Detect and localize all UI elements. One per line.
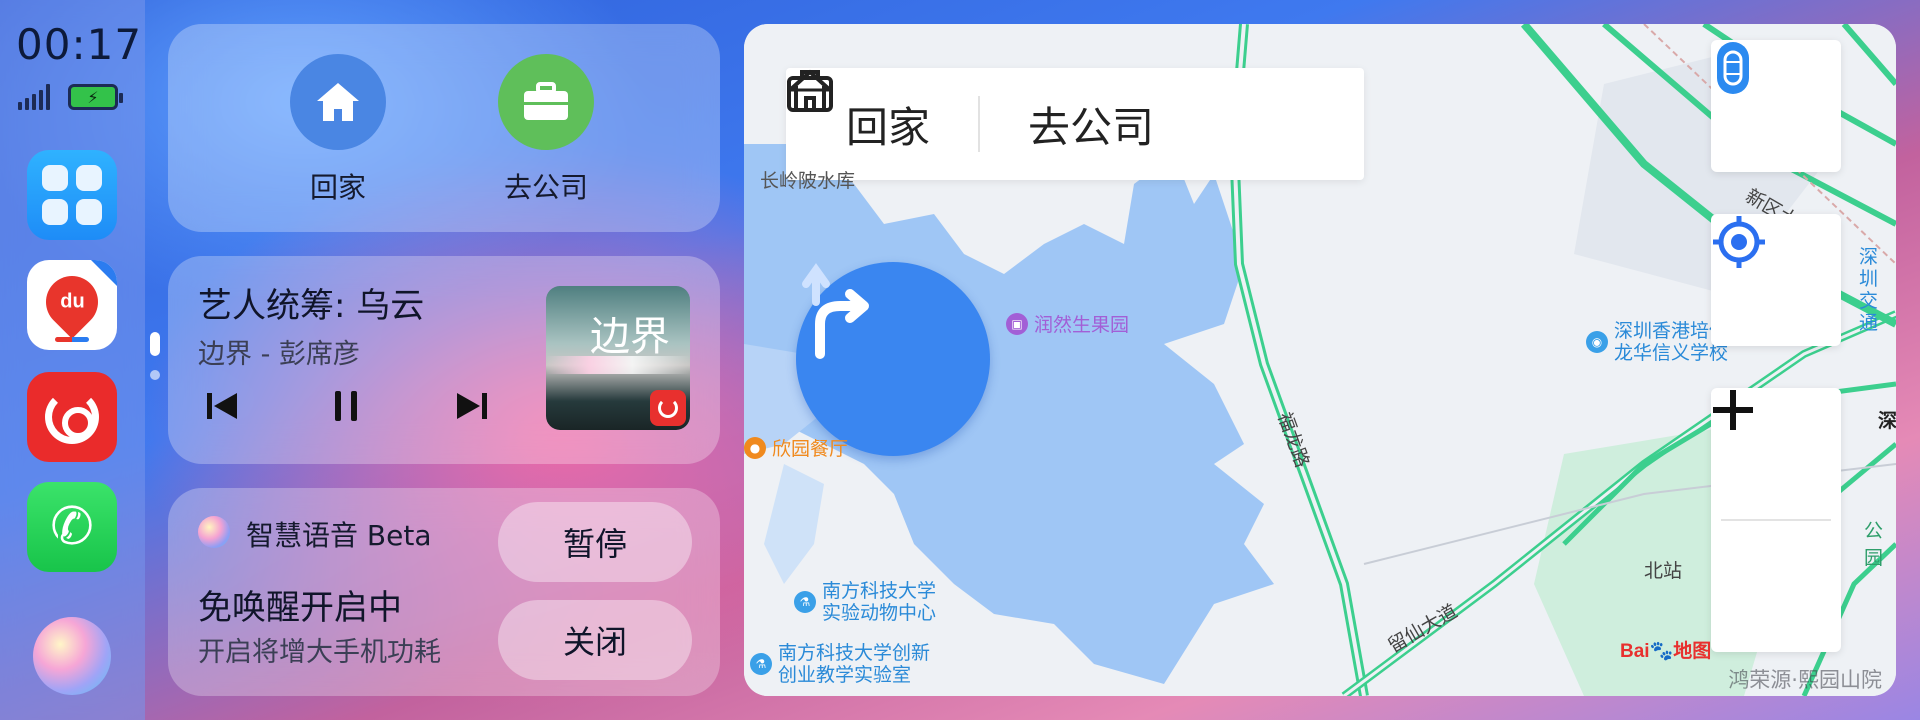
phone-button[interactable]: ✆	[27, 482, 117, 572]
restaurant-icon: ●	[744, 436, 766, 459]
go-home-button[interactable]: 回家	[290, 54, 386, 206]
route-home-button[interactable]: 回家	[788, 70, 931, 155]
skip-previous-icon	[207, 393, 237, 419]
poi-lab-animal-label: 南方科技大学 实验动物中心	[822, 580, 937, 624]
locate-icon	[1713, 216, 1765, 268]
page-dot-active[interactable]	[150, 332, 160, 356]
voice-close-button[interactable]: 关闭	[498, 600, 692, 680]
route-work-label: 去公司	[1028, 102, 1155, 152]
page-dot[interactable]	[150, 370, 160, 380]
voice-status: 免唤醒开启中	[198, 588, 402, 628]
go-work-button[interactable]: 去公司	[498, 54, 594, 206]
north-station-label: 北站	[1644, 560, 1683, 582]
dock: 00:17 ⚡ du ✆	[0, 0, 145, 720]
zoom-control	[1711, 388, 1841, 652]
music-card[interactable]: 艺人统筹: 乌云 边界 - 彭席彦 边界	[168, 256, 720, 464]
music-icon	[45, 390, 99, 444]
baidu-map-text: 地图	[1673, 641, 1712, 662]
go-home-label: 回家	[309, 171, 366, 204]
shop-icon: ▣	[1006, 312, 1028, 335]
voice-card: 智慧语音 Beta 免唤醒开启中 开启将增大手机功耗 暂停 关闭	[168, 488, 720, 696]
locate-me-button[interactable]	[1711, 214, 1841, 346]
baidu-maps-button[interactable]: du	[27, 260, 117, 350]
map-pin-icon: du	[35, 265, 109, 339]
school-icon: ⚗	[794, 591, 816, 613]
map-layers-button[interactable]	[1711, 40, 1841, 172]
maps-bar	[55, 337, 89, 342]
go-work-label: 去公司	[503, 171, 588, 204]
poi-lab-innovation-label: 南方科技大学创新 创业教学实验室	[778, 642, 931, 686]
battery-charging-icon: ⚡	[68, 84, 123, 110]
grid-icon	[42, 165, 102, 225]
phone-icon: ✆	[50, 497, 94, 557]
minus-icon	[1713, 407, 1753, 413]
school-icon: ⚗	[750, 653, 772, 675]
poi-restaurant-label: 欣园餐厅	[772, 438, 849, 460]
route-divider	[978, 96, 981, 152]
voice-subtitle: 开启将增大手机功耗	[198, 637, 441, 668]
voice-assistant-button[interactable]	[33, 617, 111, 695]
pause-icon	[335, 391, 357, 421]
netease-badge-icon	[650, 390, 686, 426]
previous-track-button[interactable]	[202, 386, 242, 426]
park-label: 公园	[1864, 520, 1884, 569]
zoom-out-button[interactable]	[1711, 407, 1841, 652]
route-work-button[interactable]: 去公司	[787, 70, 1155, 155]
school-icon: ◉	[1586, 331, 1608, 353]
page-indicator[interactable]	[150, 332, 160, 380]
netease-music-button[interactable]	[27, 372, 117, 462]
shen-label: 深	[1878, 410, 1896, 432]
skip-next-icon	[457, 393, 487, 419]
maps-corner-badge	[91, 260, 117, 286]
location-watermark: 鸿荣源·熙园山院	[1728, 668, 1882, 692]
baidu-text: Bai	[1620, 641, 1650, 662]
song-artist: 边界 - 彭席彦	[198, 339, 360, 370]
transport-label: 深圳 交通	[1859, 246, 1879, 334]
signal-icon	[18, 84, 50, 110]
quick-nav-card: 回家 去公司	[168, 24, 720, 232]
voice-title: 智慧语音 Beta	[246, 519, 432, 552]
poi-lab-animal[interactable]: ⚗ 南方科技大学 实验动物中心	[794, 580, 936, 624]
briefcase-outline-icon	[787, 70, 833, 112]
home-icon	[290, 54, 386, 150]
reservoir-label: 长岭陂水库	[760, 170, 856, 192]
baidu-map-logo: Bai🐾地图	[1620, 636, 1711, 663]
turn-right-icon	[802, 263, 869, 359]
route-home-label: 回家	[846, 102, 931, 152]
map-view[interactable]: 回家 去公司 长岭陂水库 ▣ 润然生果园 ● 欣园餐厅 ⚗ 南方科技大学 实验动…	[744, 24, 1896, 696]
briefcase-icon	[498, 54, 594, 150]
song-title: 艺人统筹: 乌云	[198, 286, 425, 326]
pause-button[interactable]	[326, 386, 366, 426]
album-title-art: 边界	[590, 314, 670, 360]
poi-lab-innovation[interactable]: ⚗ 南方科技大学创新 创业教学实验室	[750, 642, 930, 686]
layers-icon	[1717, 42, 1749, 94]
next-track-button[interactable]	[452, 386, 492, 426]
voice-pause-button[interactable]: 暂停	[498, 502, 692, 582]
clock: 00:17	[16, 20, 143, 69]
poi-restaurant[interactable]: ● 欣园餐厅	[744, 434, 848, 461]
app-grid-button[interactable]	[27, 150, 117, 240]
voice-orb-icon	[198, 516, 230, 548]
poi-orchard-label: 润然生果园	[1034, 314, 1130, 336]
poi-school[interactable]: ◉ 深圳香港培侨 龙华信义学校	[1586, 320, 1728, 364]
album-sparkle	[546, 356, 690, 374]
poi-orchard[interactable]: ▣ 润然生果园	[1006, 310, 1129, 337]
paw-icon: 🐾	[1649, 641, 1674, 662]
album-cover[interactable]: 边界	[546, 286, 690, 430]
status-row: ⚡	[18, 84, 123, 110]
turn-navigation-button[interactable]	[796, 262, 990, 456]
route-shortcut-bar: 回家 去公司	[786, 68, 1364, 180]
